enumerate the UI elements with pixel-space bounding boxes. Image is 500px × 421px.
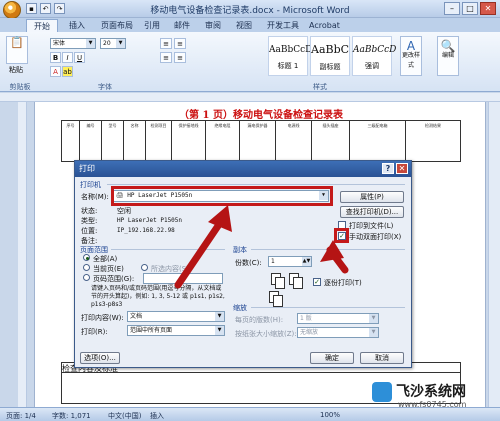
watermark-url: www.fs0745.com xyxy=(398,400,467,409)
logo-icon xyxy=(372,382,392,402)
red-arrow-icon xyxy=(320,240,349,274)
site-watermark: 飞沙系统网 www.fs0745.com xyxy=(372,378,492,416)
watermark-text: 飞沙系统网 xyxy=(396,384,466,400)
red-arrow-icon xyxy=(174,205,232,289)
insert-mode[interactable]: 插入 xyxy=(150,411,164,421)
language[interactable]: 中文(中国) xyxy=(108,411,141,421)
page-count[interactable]: 页面: 1/4 xyxy=(6,411,36,421)
word-count[interactable]: 字数: 1,071 xyxy=(52,411,91,421)
zoom-level[interactable]: 100% xyxy=(320,411,340,419)
annotation-arrows xyxy=(174,205,349,289)
